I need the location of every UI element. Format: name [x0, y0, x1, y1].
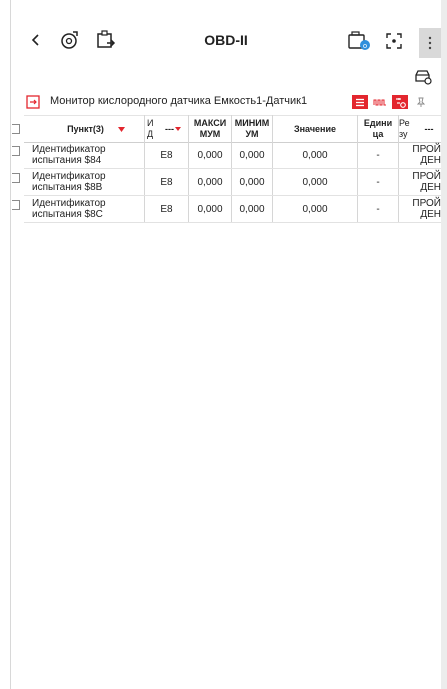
- section-title: Монитор кислородного датчика Емкость1-Да…: [50, 95, 308, 107]
- header-item[interactable]: Пункт(3): [24, 116, 144, 142]
- cell-item: Идентификатор испытания $8C: [32, 198, 106, 220]
- more-vertical-icon: [428, 36, 432, 50]
- cell-max: 0,000: [197, 203, 223, 215]
- row-checkbox[interactable]: [12, 173, 20, 183]
- table-row[interactable]: Идентификатор испытания $8B E8 0,000 0,0…: [12, 169, 441, 196]
- car-settings-icon[interactable]: [413, 68, 433, 86]
- page-title: OBD-II: [204, 32, 248, 48]
- cell-value: 0,000: [302, 203, 328, 215]
- filter-settings-button[interactable]: [392, 95, 408, 109]
- fullscreen-expand-icon[interactable]: [383, 30, 405, 52]
- cell-unit: -: [376, 203, 380, 215]
- cell-min: 0,000: [239, 203, 265, 215]
- cell-min: 0,000: [239, 176, 265, 188]
- header-id[interactable]: ИД: [145, 116, 158, 142]
- table-header: Пункт(3) ИД --- МАКСИ МУМ МИНИМ УМ Значени…: [12, 115, 441, 143]
- sensor-monitor-icon: [26, 95, 40, 109]
- cell-id: E8: [160, 176, 173, 188]
- row-checkbox[interactable]: [12, 200, 20, 210]
- row-checkbox[interactable]: [12, 146, 20, 156]
- header-more[interactable]: ---: [420, 116, 438, 142]
- list-view-button[interactable]: [352, 95, 368, 109]
- header-unit[interactable]: Едини ца: [358, 116, 398, 142]
- table-row[interactable]: Идентификатор испытания $8C E8 0,000 0,0…: [12, 196, 441, 223]
- chevron-down-icon: [175, 127, 181, 131]
- cell-max: 0,000: [197, 176, 223, 188]
- select-all-checkbox[interactable]: [12, 124, 20, 134]
- cell-item: Идентификатор испытания $8B: [32, 171, 106, 193]
- window-left-border: [10, 0, 11, 689]
- cell-id: E8: [160, 203, 173, 215]
- cell-value: 0,000: [302, 176, 328, 188]
- svg-text:o: o: [363, 42, 367, 50]
- cell-result: ПРОЙ ДЕН: [412, 171, 441, 193]
- cell-result: ПРОЙ ДЕН: [412, 144, 441, 166]
- header-max[interactable]: МАКСИ МУМ: [189, 116, 231, 142]
- scrollbar-track[interactable]: [441, 0, 447, 689]
- sort-down-icon[interactable]: [117, 126, 125, 132]
- pin-button[interactable]: [413, 95, 429, 109]
- cell-max: 0,000: [197, 149, 223, 161]
- header-min[interactable]: МИНИМ УМ: [232, 116, 272, 142]
- list-icon: [356, 98, 364, 106]
- cell-result: ПРОЙ ДЕН: [412, 198, 441, 220]
- more-menu-button[interactable]: [419, 28, 441, 58]
- filter-icon: [395, 97, 406, 108]
- cell-value: 0,000: [302, 149, 328, 161]
- header-dash-dropdown[interactable]: ---: [158, 116, 188, 142]
- cell-item: Идентификатор испытания $84: [32, 144, 106, 166]
- cell-min: 0,000: [239, 149, 265, 161]
- cell-unit: -: [376, 176, 380, 188]
- snapshot-camera-icon[interactable]: o: [347, 30, 371, 52]
- top-bar: OBD-II o: [11, 22, 441, 60]
- pin-icon: [417, 97, 425, 107]
- section-header: Монитор кислородного датчика Емкость1-Да…: [24, 92, 441, 112]
- header-result[interactable]: Ре зу: [399, 116, 419, 142]
- waveform-view-button[interactable]: [372, 95, 388, 109]
- header-value[interactable]: Значение: [273, 116, 357, 142]
- cell-id: E8: [160, 149, 173, 161]
- cell-unit: -: [376, 149, 380, 161]
- waveform-icon: [373, 99, 386, 106]
- table-row[interactable]: Идентификатор испытания $84 E8 0,000 0,0…: [12, 142, 441, 169]
